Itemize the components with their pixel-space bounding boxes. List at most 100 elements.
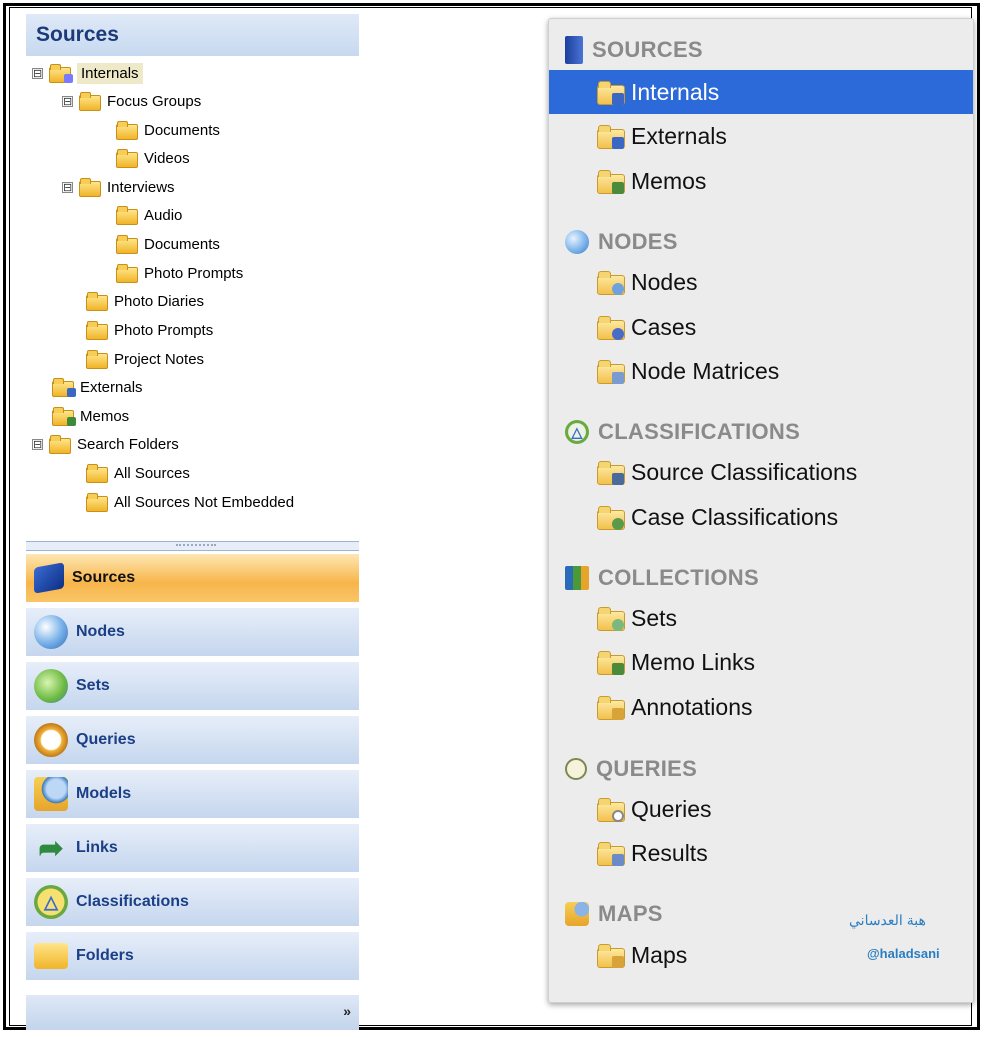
section-header-queries: QUERIES <box>565 752 697 786</box>
sidebar-item-cases[interactable]: Cases <box>549 305 973 349</box>
nav-sets-button[interactable]: Sets <box>26 662 359 711</box>
nav-label: Sets <box>76 677 110 694</box>
folder-icon <box>79 178 101 197</box>
sidebar-item-internals[interactable]: Internals <box>549 70 973 114</box>
sphere-icon <box>565 230 589 254</box>
item-label: Case Classifications <box>631 503 839 530</box>
tree-item-focus-groups[interactable]: ⊟ Focus Groups <box>62 88 201 114</box>
folder-icon <box>116 235 138 254</box>
nav-footer: » <box>26 995 359 1030</box>
folder-icon <box>49 435 71 454</box>
sidebar-item-nodes[interactable]: Nodes <box>549 260 973 304</box>
tree-item-label: Photo Prompts <box>144 264 244 282</box>
item-label: Nodes <box>631 268 698 295</box>
tree-item-photo-prompts[interactable]: Photo Prompts <box>86 317 213 343</box>
nav-nodes-button[interactable]: Nodes <box>26 608 359 657</box>
tree-item-externals[interactable]: Externals <box>52 374 143 400</box>
section-header-maps: MAPS <box>565 897 663 931</box>
panel-splitter[interactable] <box>26 541 359 551</box>
item-label: Results <box>631 839 708 866</box>
folder-icon <box>597 271 625 295</box>
collapse-icon[interactable]: ⊟ <box>62 95 73 107</box>
sidebar-item-memo-links[interactable]: Memo Links <box>549 640 973 684</box>
sidebar-item-memos[interactable]: Memos <box>549 159 973 203</box>
triangle-icon: △ <box>34 885 68 919</box>
nav-queries-button[interactable]: Queries <box>26 716 359 765</box>
item-label: Node Matrices <box>631 357 780 384</box>
folder-icon <box>79 92 101 111</box>
item-label: Queries <box>631 795 712 822</box>
item-label: Maps <box>631 941 688 968</box>
tree-item-audio[interactable]: Audio <box>116 202 182 228</box>
collapse-icon[interactable]: ⊟ <box>62 181 73 193</box>
search-folder-icon <box>86 464 108 483</box>
tree-item-videos[interactable]: Videos <box>116 145 190 171</box>
arrow-icon: ➦ <box>38 831 64 865</box>
tree-item-documents[interactable]: Documents <box>116 117 220 143</box>
section-title: CLASSIFICATIONS <box>598 419 801 444</box>
sidebar-item-externals[interactable]: Externals <box>549 114 973 158</box>
tree-item-label: All Sources Not Embedded <box>114 493 295 511</box>
tree-item-search-folders[interactable]: ⊟ Search Folders <box>32 431 179 457</box>
nav-sources-button[interactable]: Sources <box>26 554 359 603</box>
sidebar-item-source-classifications[interactable]: Source Classifications <box>549 450 973 494</box>
section-header-nodes: NODES <box>565 225 678 259</box>
left-panel: Sources ⊟ Internals ⊟ Focus Groups Docum… <box>26 14 359 1030</box>
section-title: MAPS <box>598 901 663 926</box>
sidebar-item-annotations[interactable]: Annotations <box>549 685 973 729</box>
magnifier-icon <box>565 758 587 780</box>
folder-icon <box>49 64 73 83</box>
tree-item-interviews[interactable]: ⊟ Interviews <box>62 174 175 200</box>
panel-header: Sources <box>26 14 359 56</box>
collapse-icon[interactable]: ⊟ <box>32 438 43 450</box>
sidebar-item-results[interactable]: Results <box>549 831 973 875</box>
tree-item-internals[interactable]: ⊟ Internals <box>32 60 143 86</box>
tree-item-documents[interactable]: Documents <box>116 231 220 257</box>
tree-item-label: All Sources <box>114 464 190 482</box>
folder-icon <box>597 607 625 631</box>
nav-label: Links <box>76 839 118 856</box>
triangle-icon: △ <box>565 420 589 444</box>
tree-item-memos[interactable]: Memos <box>52 403 129 429</box>
tree-item-all-sources[interactable]: All Sources <box>86 460 190 486</box>
tree-item-all-sources-not-embedded[interactable]: All Sources Not Embedded <box>86 489 294 515</box>
tree-item-label: Internals <box>77 62 143 84</box>
section-title: COLLECTIONS <box>598 565 759 590</box>
folder-icon <box>597 696 625 720</box>
nav-models-button[interactable]: Models <box>26 770 359 819</box>
tree-item-label: Documents <box>144 235 220 253</box>
folder-icon <box>597 461 625 485</box>
item-label: Externals <box>631 122 727 149</box>
nav-label: Classifications <box>76 893 189 910</box>
sphere-icon <box>34 615 68 649</box>
nav-folders-button[interactable]: Folders <box>26 932 359 981</box>
folder-icon <box>52 378 76 397</box>
nav-links-button[interactable]: ➦ Links <box>26 824 359 873</box>
tree-item-photo-diaries[interactable]: Photo Diaries <box>86 288 204 314</box>
nav-label: Models <box>76 785 132 802</box>
tree-item-label: Project Notes <box>114 350 205 368</box>
folder-icon <box>86 350 108 369</box>
maps-icon <box>565 902 589 926</box>
tree-item-project-notes[interactable]: Project Notes <box>86 346 204 372</box>
folder-icon <box>597 651 625 675</box>
section-title: NODES <box>598 229 678 254</box>
item-label: Memos <box>631 167 707 194</box>
tree-item-label: Externals <box>80 378 143 396</box>
collapse-icon[interactable]: ⊟ <box>32 67 43 79</box>
section-title: SOURCES <box>592 37 703 62</box>
chevron-more-icon[interactable]: » <box>343 1003 351 1019</box>
folder-icon <box>116 264 138 283</box>
sidebar-item-node-matrices[interactable]: Node Matrices <box>549 349 973 393</box>
item-label: Cases <box>631 313 697 340</box>
sidebar-item-queries[interactable]: Queries <box>549 787 973 831</box>
item-label: Sets <box>631 604 678 631</box>
nav-classifications-button[interactable]: △ Classifications <box>26 878 359 927</box>
sidebar-item-case-classifications[interactable]: Case Classifications <box>549 495 973 539</box>
folder-icon <box>597 81 625 105</box>
tree-item-label: Memos <box>80 407 130 425</box>
tree-item-label: Focus Groups <box>107 92 202 110</box>
folder-icon <box>86 321 108 340</box>
tree-item-photo-prompts[interactable]: Photo Prompts <box>116 260 243 286</box>
sidebar-item-sets[interactable]: Sets <box>549 596 973 640</box>
